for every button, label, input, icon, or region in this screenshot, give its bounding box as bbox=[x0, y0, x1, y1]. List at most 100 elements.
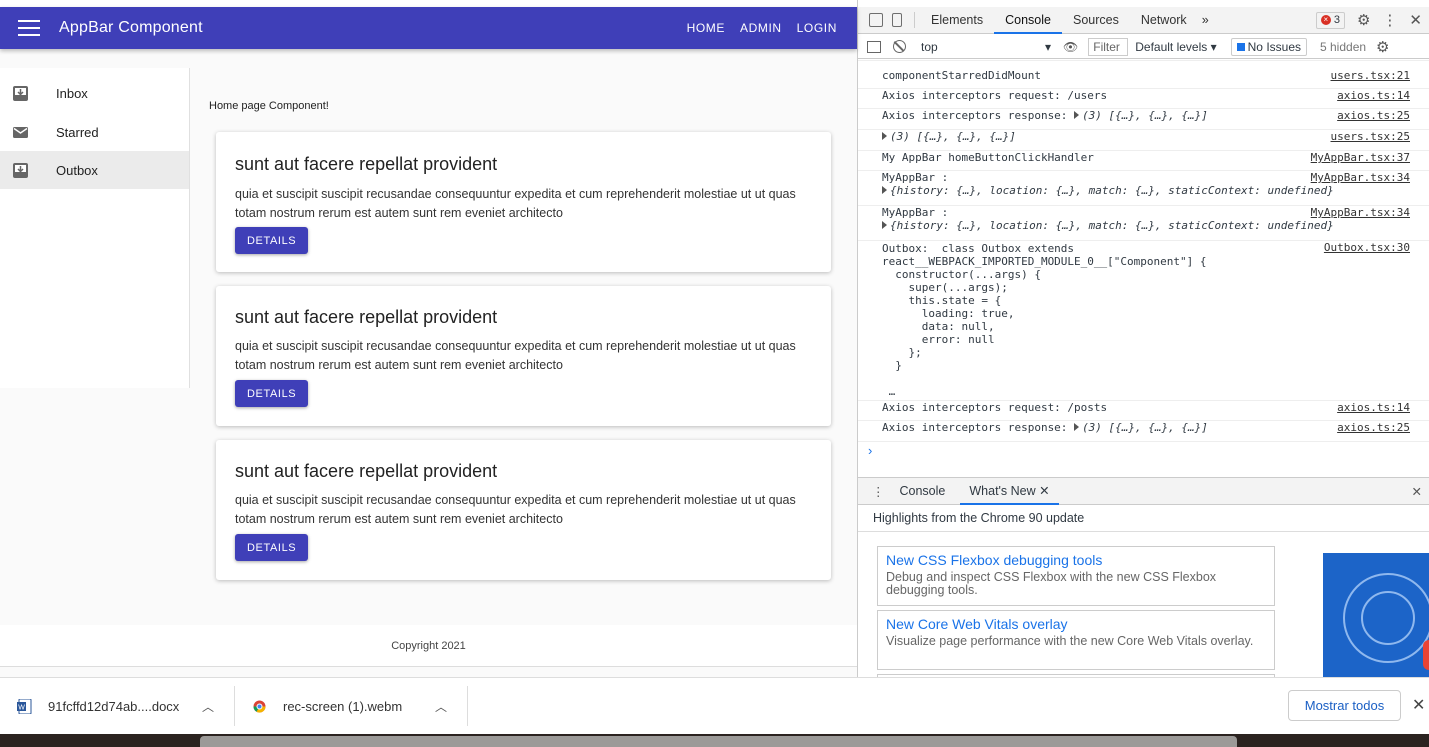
log-row bbox=[858, 60, 1429, 61]
log-message: MyAppBar : {history: {…}, location: {…},… bbox=[882, 171, 1334, 197]
log-source-link[interactable]: users.tsx:21 bbox=[1331, 69, 1410, 82]
details-button[interactable]: DETAILS bbox=[235, 534, 309, 561]
details-button[interactable]: DETAILS bbox=[235, 380, 309, 407]
log-message: Axios interceptors response: (3) [{…}, {… bbox=[882, 421, 1208, 434]
log-message: (3) [{…}, {…}, {…}] bbox=[882, 130, 1016, 143]
whats-new-item[interactable]: New CSS Flexbox debugging tools Debug an… bbox=[877, 546, 1275, 606]
nav-login-button[interactable]: LOGIN bbox=[797, 21, 837, 35]
close-devtools-icon[interactable]: ✕ bbox=[1409, 11, 1422, 29]
drawer-menu-icon[interactable]: ⋮ bbox=[872, 484, 885, 499]
tab-sources[interactable]: Sources bbox=[1062, 7, 1130, 34]
log-row: Axios interceptors request: /users axios… bbox=[858, 89, 1429, 109]
console-settings-icon[interactable]: ⚙ bbox=[1376, 38, 1389, 56]
issue-flag-icon bbox=[1236, 42, 1245, 51]
console-prompt[interactable]: › bbox=[868, 443, 872, 458]
download-item[interactable]: W 91fcffd12d74ab....docx ︿ bbox=[0, 686, 235, 726]
post-card: sunt aut facere repellat provident quia … bbox=[216, 440, 831, 580]
sidebar: Inbox Starred Outbox bbox=[0, 68, 190, 388]
hidden-count: 5 hidden bbox=[1320, 39, 1367, 54]
close-drawer-icon[interactable]: ✕ bbox=[1412, 484, 1422, 499]
issues-label: No Issues bbox=[1247, 39, 1301, 54]
whats-new-item-title[interactable]: New Core Web Vitals overlay bbox=[886, 616, 1266, 632]
device-toolbar-icon[interactable] bbox=[892, 13, 902, 27]
details-button[interactable]: DETAILS bbox=[235, 227, 309, 254]
clear-console-icon[interactable] bbox=[893, 40, 906, 53]
show-all-downloads-button[interactable]: Mostrar todos bbox=[1288, 690, 1401, 721]
inbox-icon bbox=[13, 85, 28, 101]
menu-icon[interactable] bbox=[18, 20, 40, 36]
whats-new-item-title[interactable]: New CSS Flexbox debugging tools bbox=[886, 552, 1266, 568]
drawer-tab-console[interactable]: Console bbox=[891, 478, 955, 505]
card-title: sunt aut facere repellat provident bbox=[235, 307, 498, 327]
chevron-up-icon[interactable]: ︿ bbox=[202, 698, 214, 715]
tab-console[interactable]: Console bbox=[994, 7, 1062, 34]
tab-network[interactable]: Network bbox=[1130, 7, 1198, 34]
log-source-link[interactable]: axios.ts:25 bbox=[1337, 421, 1410, 434]
log-source-link[interactable]: MyAppBar.tsx:34 bbox=[1311, 171, 1410, 184]
log-source-link[interactable]: Outbox.tsx:30 bbox=[1324, 241, 1410, 254]
log-row: Axios interceptors request: /posts axios… bbox=[858, 401, 1429, 421]
sidebar-item-inbox[interactable]: Inbox bbox=[0, 74, 189, 112]
nav-home-button[interactable]: HOME bbox=[687, 21, 725, 35]
sidebar-item-label: Starred bbox=[56, 124, 99, 140]
whats-new-item[interactable]: New Core Web Vitals overlay Visualize pa… bbox=[877, 610, 1275, 670]
issues-button[interactable]: No Issues bbox=[1230, 37, 1307, 56]
download-filename: 91fcffd12d74ab....docx bbox=[48, 698, 180, 714]
log-row: My AppBar homeButtonClickHandler MyAppBa… bbox=[858, 151, 1429, 171]
log-source-link[interactable]: MyAppBar.tsx:34 bbox=[1311, 206, 1410, 219]
card-body: quia et suscipit suscipit recusandae con… bbox=[235, 187, 796, 220]
page-heading: Home page Component! bbox=[209, 100, 329, 112]
dock-bar bbox=[200, 736, 1237, 747]
log-row: Axios interceptors response: (3) [{…}, {… bbox=[858, 109, 1429, 130]
devtools-drawer: ⋮ Console What's New ✕ ✕ Highlights from… bbox=[858, 477, 1429, 677]
sidebar-toggle-icon[interactable] bbox=[867, 40, 881, 53]
sidebar-item-starred[interactable]: Starred bbox=[0, 113, 189, 151]
console-log: componentStarredDidMount users.tsx:21 Ax… bbox=[858, 60, 1429, 472]
sidebar-item-outbox[interactable]: Outbox bbox=[0, 151, 189, 189]
card-body: quia et suscipit suscipit recusandae con… bbox=[235, 493, 796, 526]
drawer-tabbar: ⋮ Console What's New ✕ ✕ bbox=[858, 478, 1429, 505]
chevron-down-icon: ▾ bbox=[1044, 39, 1051, 54]
word-doc-icon: W bbox=[17, 698, 32, 714]
whats-new-item-desc: Debug and inspect CSS Flexbox with the n… bbox=[886, 570, 1217, 597]
expand-triangle-icon[interactable] bbox=[882, 186, 887, 194]
drawer-tab-whats-new[interactable]: What's New ✕ bbox=[960, 478, 1059, 505]
post-card: sunt aut facere repellat provident quia … bbox=[216, 286, 831, 426]
footer-copyright: Copyright 2021 bbox=[0, 625, 857, 667]
console-toolbar: top ▾ 👁 Filter Default levels ▾ No Issue… bbox=[858, 35, 1429, 59]
chrome-file-icon bbox=[253, 700, 266, 713]
log-levels-dropdown[interactable]: Default levels ▾ bbox=[1135, 40, 1216, 54]
nav-admin-button[interactable]: ADMIN bbox=[740, 21, 782, 35]
close-tab-icon[interactable]: ✕ bbox=[1039, 484, 1049, 498]
log-source-link[interactable]: axios.ts:25 bbox=[1337, 109, 1410, 122]
settings-icon[interactable]: ⚙ bbox=[1357, 11, 1370, 29]
filter-input[interactable]: Filter bbox=[1088, 37, 1129, 56]
log-source-link[interactable]: axios.ts:14 bbox=[1337, 89, 1410, 102]
whats-new-item-desc: Visualize page performance with the new … bbox=[886, 634, 1254, 648]
error-count-badge[interactable]: × 3 bbox=[1315, 11, 1345, 29]
chevron-up-icon[interactable]: ︿ bbox=[435, 698, 447, 715]
outbox-icon bbox=[13, 162, 28, 178]
expand-triangle-icon[interactable] bbox=[882, 132, 887, 140]
eye-icon[interactable]: 👁 bbox=[1063, 40, 1078, 54]
divider bbox=[914, 12, 915, 28]
context-select[interactable]: top ▾ bbox=[921, 40, 1051, 54]
log-message: My AppBar homeButtonClickHandler bbox=[882, 151, 1094, 164]
tab-elements[interactable]: Elements bbox=[920, 7, 994, 34]
log-source-link[interactable]: axios.ts:14 bbox=[1337, 401, 1410, 414]
expand-triangle-icon[interactable] bbox=[882, 221, 887, 229]
download-filename: rec-screen (1).webm bbox=[283, 698, 403, 714]
log-source-link[interactable]: users.tsx:25 bbox=[1331, 130, 1410, 143]
app-bar: AppBar Component HOME ADMIN LOGIN bbox=[0, 7, 857, 49]
error-icon: × bbox=[1320, 15, 1331, 25]
expand-triangle-icon[interactable] bbox=[1074, 111, 1080, 119]
expand-triangle-icon[interactable] bbox=[1074, 423, 1080, 431]
log-row: componentStarredDidMount users.tsx:21 bbox=[858, 69, 1429, 89]
download-item[interactable]: rec-screen (1).webm ︿ bbox=[235, 686, 468, 726]
log-source-link[interactable]: MyAppBar.tsx:37 bbox=[1311, 151, 1410, 164]
inspect-element-icon[interactable] bbox=[869, 13, 883, 27]
close-downloads-icon[interactable]: ✕ bbox=[1412, 695, 1425, 715]
kebab-menu-icon[interactable]: ⋮ bbox=[1382, 11, 1397, 29]
more-tabs-icon[interactable]: » bbox=[1198, 7, 1213, 34]
context-value: top bbox=[921, 39, 938, 54]
